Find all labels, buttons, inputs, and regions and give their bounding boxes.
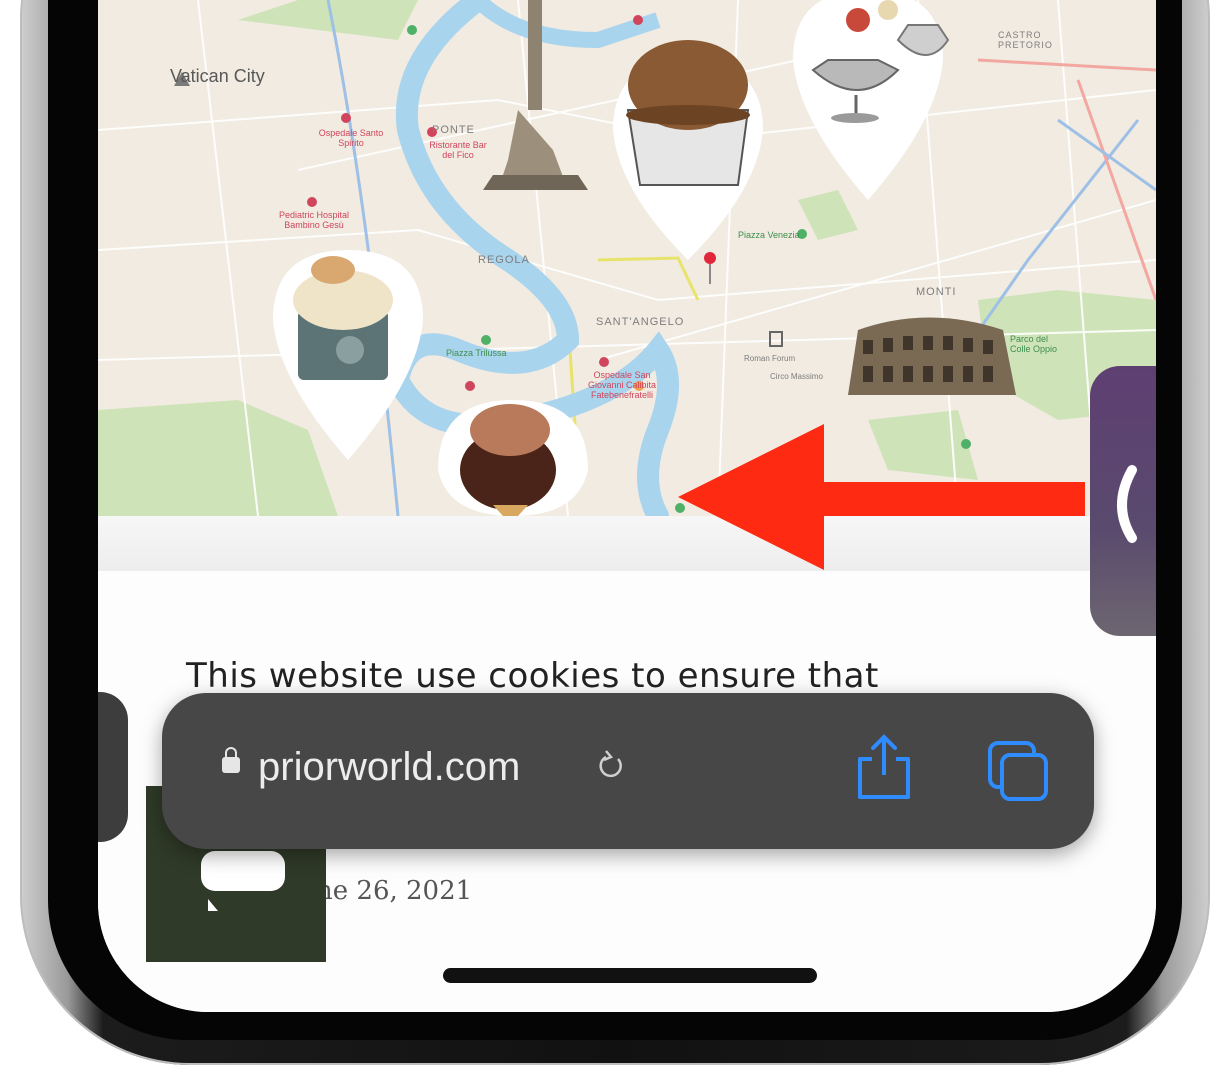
district-label: CASTRO PRETORIO	[998, 30, 1053, 50]
gelato-marker-4	[793, 0, 950, 200]
poi-label: Pediatric Hospital Bambino Gesù	[278, 210, 350, 230]
district-label: REGOLA	[478, 254, 530, 266]
chat-bubble-tail	[208, 899, 218, 911]
poi-label: Circo Massimo	[770, 372, 823, 381]
share-icon[interactable]	[854, 733, 914, 801]
side-drawer-tab[interactable]	[1090, 366, 1156, 636]
chevron-left-icon	[1117, 465, 1137, 543]
phone-screen: Vatican City PONTE REGOLA SANT'ANGELO MO…	[98, 0, 1156, 1012]
colosseum	[848, 317, 1016, 395]
gelato-marker-3	[438, 400, 588, 516]
tabs-icon[interactable]	[986, 739, 1052, 805]
poi-label: Roman Forum	[744, 354, 796, 363]
gelato-marker-1	[273, 250, 423, 460]
url-text[interactable]: priorworld.com	[258, 745, 520, 790]
poi-label: Ristorante Bar del Fico	[429, 140, 487, 160]
district-label: MONTI	[916, 286, 957, 298]
poi-label: Ospedale San Giovanni Calibita Fatebenef…	[587, 370, 657, 400]
park-label: Piazza Trilussa	[446, 348, 507, 358]
gelato-marker-2	[613, 40, 763, 260]
district-label: PONTE	[432, 124, 475, 136]
cookie-notice-text: This website use cookies to ensure that	[186, 656, 879, 696]
park-label: Piazza Venezia	[738, 230, 800, 240]
poi-label: Ospedale Santo Spirito	[318, 128, 384, 148]
chat-bubble-icon	[201, 851, 285, 891]
post-date: ne 26, 2021	[316, 876, 473, 906]
map-city-label: Vatican City	[170, 66, 265, 86]
page-band	[98, 516, 1156, 571]
district-label: SANT'ANGELO	[596, 316, 685, 328]
map-view[interactable]: Vatican City PONTE REGOLA SANT'ANGELO MO…	[98, 0, 1156, 516]
reload-icon[interactable]	[598, 749, 626, 781]
home-indicator[interactable]	[443, 968, 817, 983]
monument-fountain	[483, 0, 588, 190]
previous-tab-peek[interactable]	[98, 692, 128, 842]
browser-address-bar[interactable]: priorworld.com	[162, 693, 1094, 849]
lock-icon	[222, 747, 240, 773]
park-label: Parco del Colle Oppio	[1010, 334, 1058, 354]
